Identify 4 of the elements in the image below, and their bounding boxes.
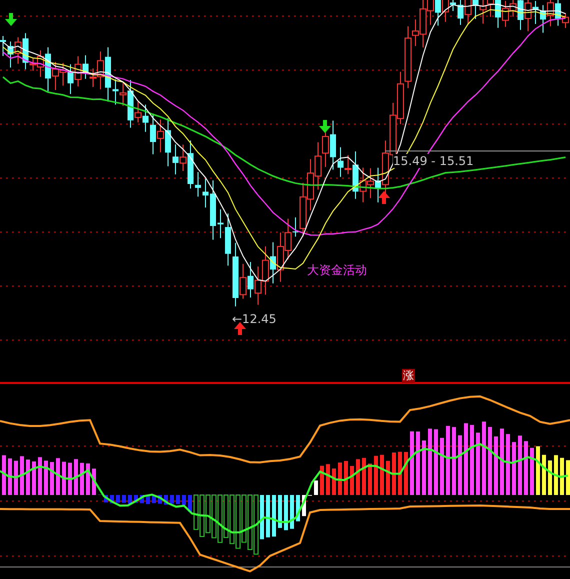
rise-badge: 涨: [402, 369, 415, 383]
signal-label: 大资金活动: [307, 263, 367, 277]
price-range-label: 15.49 - 15.51: [393, 154, 474, 168]
low-price-label: ←12.45: [232, 312, 276, 326]
